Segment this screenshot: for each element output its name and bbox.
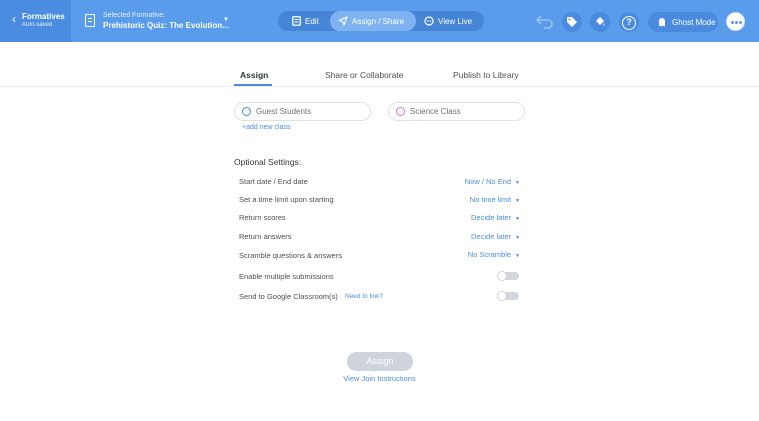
class-pill-guest-students[interactable]: Guest Students bbox=[234, 102, 371, 121]
time-limit-dropdown[interactable]: No time limit ▼ bbox=[470, 195, 520, 204]
caret-down-icon: ▼ bbox=[515, 198, 520, 204]
tag-icon bbox=[567, 17, 577, 27]
back-label: Formatives bbox=[22, 12, 65, 21]
more-dot-icon bbox=[739, 21, 742, 24]
return-scores-dropdown[interactable]: Decide later ▼ bbox=[471, 213, 520, 222]
mode-view-live-label: View Live bbox=[438, 16, 473, 26]
ghost-mode-button[interactable]: Ghost Mode bbox=[648, 12, 718, 32]
more-dot-icon bbox=[735, 21, 738, 24]
mode-view-live-button[interactable]: View Live bbox=[416, 11, 480, 31]
chevron-left-icon: ‹ bbox=[12, 12, 16, 26]
need-to-link-link[interactable]: Need to link? bbox=[345, 293, 383, 300]
google-classroom-toggle[interactable] bbox=[497, 291, 519, 301]
back-to-formatives-button[interactable]: ‹ Formatives Auto-saved bbox=[0, 0, 71, 42]
tag-button[interactable] bbox=[562, 12, 582, 32]
undo-icon[interactable] bbox=[533, 12, 555, 30]
help-icon: ? bbox=[622, 16, 636, 30]
top-bar: ‹ Formatives Auto-saved Selected Formati… bbox=[0, 0, 759, 42]
class-label: Science Class bbox=[410, 107, 461, 116]
caret-down-icon: ▼ bbox=[515, 180, 520, 186]
setting-label: Return answers bbox=[239, 232, 292, 241]
multiple-submissions-toggle[interactable] bbox=[497, 271, 519, 281]
chat-icon bbox=[424, 16, 434, 26]
tab-publish-library[interactable]: Publish to Library bbox=[453, 70, 519, 80]
tab-assign[interactable]: Assign bbox=[240, 70, 268, 80]
class-pill-science-class[interactable]: Science Class bbox=[388, 102, 525, 121]
add-new-class-link[interactable]: +add new class bbox=[242, 124, 290, 131]
ghost-icon bbox=[659, 18, 665, 27]
caret-down-icon: ▼ bbox=[515, 235, 520, 241]
start-end-date-dropdown[interactable]: Now / No End ▼ bbox=[465, 177, 520, 186]
setting-label: Send to Google Classroom(s) bbox=[239, 292, 338, 301]
caret-down-icon: ▼ bbox=[515, 216, 520, 222]
paint-bucket-icon bbox=[596, 17, 605, 26]
class-label: Guest Students bbox=[256, 107, 312, 116]
caret-down-icon: ▼ bbox=[515, 253, 520, 259]
scramble-dropdown[interactable]: No Scramble ▼ bbox=[468, 250, 520, 259]
setting-value: No Scramble bbox=[467, 250, 512, 259]
mode-assign-share-label: Assign / Share bbox=[352, 16, 405, 26]
toggle-knob bbox=[497, 291, 507, 301]
active-tab-indicator bbox=[234, 84, 272, 86]
setting-label: Set a time limit upon starting bbox=[239, 195, 334, 204]
mode-edit-label: Edit bbox=[305, 16, 319, 26]
radio-circle-icon bbox=[396, 107, 405, 116]
setting-value: Decide later bbox=[471, 232, 512, 241]
tab-share-collaborate[interactable]: Share or Collaborate bbox=[325, 70, 403, 80]
edit-icon bbox=[292, 16, 301, 26]
selected-formative-label: Selected Formative: bbox=[103, 12, 166, 19]
caret-down-icon[interactable]: ▼ bbox=[223, 17, 229, 23]
setting-value: Now / No End bbox=[464, 177, 512, 186]
assign-tabs: Assign Share or Collaborate Publish to L… bbox=[0, 66, 759, 87]
setting-value: No time limit bbox=[469, 195, 512, 204]
send-icon bbox=[338, 16, 348, 26]
setting-value: Decide later bbox=[471, 213, 512, 222]
setting-label: Start date / End date bbox=[239, 177, 308, 186]
toggle-knob bbox=[497, 271, 507, 281]
autosave-status: Auto-saved bbox=[22, 22, 53, 28]
mode-switcher: Edit Assign / Share View Live bbox=[278, 11, 484, 31]
setting-label: Return scores bbox=[239, 213, 286, 222]
radio-circle-icon bbox=[242, 107, 251, 116]
more-options-button[interactable] bbox=[726, 12, 745, 31]
more-dot-icon bbox=[731, 21, 734, 24]
help-button[interactable]: ? bbox=[619, 12, 639, 32]
mode-edit-button[interactable]: Edit bbox=[284, 11, 327, 31]
document-icon bbox=[85, 14, 95, 27]
setting-label: Enable multiple submissions bbox=[239, 272, 334, 281]
setting-label: Scramble questions & answers bbox=[239, 251, 342, 260]
assign-button[interactable]: Assign bbox=[347, 352, 413, 371]
return-answers-dropdown[interactable]: Decide later ▼ bbox=[471, 232, 520, 241]
view-join-instructions-link[interactable]: View Join Instructions bbox=[343, 374, 415, 383]
optional-settings-title: Optional Settings: bbox=[234, 157, 302, 167]
theme-button[interactable] bbox=[590, 12, 610, 32]
mode-assign-share-button[interactable]: Assign / Share bbox=[330, 11, 416, 31]
selected-formative-title[interactable]: Prehistoric Quiz: The Evolution... bbox=[103, 21, 229, 30]
ghost-mode-label: Ghost Mode bbox=[672, 17, 716, 27]
